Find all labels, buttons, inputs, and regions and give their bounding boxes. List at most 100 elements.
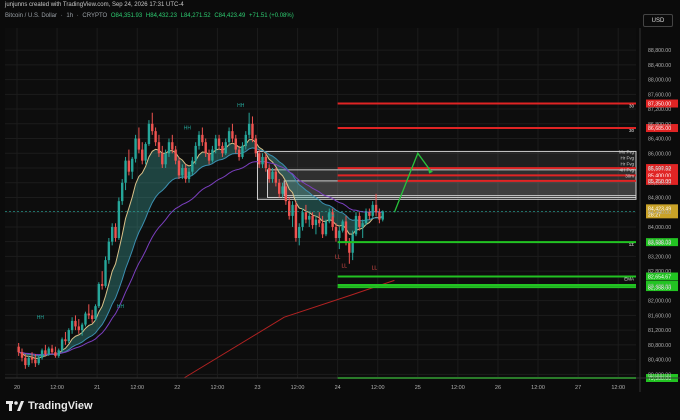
candle-body[interactable] bbox=[324, 221, 328, 235]
candle-body[interactable] bbox=[100, 284, 104, 286]
candle-body[interactable] bbox=[187, 171, 191, 180]
candle-body[interactable] bbox=[124, 160, 127, 183]
candle-body[interactable] bbox=[147, 123, 151, 145]
candle-body[interactable] bbox=[37, 357, 40, 364]
candle-body[interactable] bbox=[341, 221, 344, 231]
candle-body[interactable] bbox=[157, 142, 161, 154]
candle-body[interactable] bbox=[318, 219, 321, 224]
candle-body[interactable] bbox=[291, 204, 294, 216]
candle-body[interactable] bbox=[164, 153, 167, 165]
candle-body[interactable] bbox=[354, 215, 358, 235]
candle-body[interactable] bbox=[274, 171, 278, 183]
candle-body[interactable] bbox=[27, 357, 30, 366]
candle-body[interactable] bbox=[107, 241, 111, 261]
candle-body[interactable] bbox=[94, 306, 97, 320]
candle-body[interactable] bbox=[77, 326, 80, 331]
candle-body[interactable] bbox=[237, 149, 241, 157]
candle-body[interactable] bbox=[221, 145, 224, 154]
candle-body[interactable] bbox=[60, 339, 64, 351]
candle-body[interactable] bbox=[70, 320, 74, 331]
candle-body[interactable] bbox=[288, 201, 291, 216]
candle-body[interactable] bbox=[127, 160, 131, 172]
candle-body[interactable] bbox=[184, 168, 187, 180]
candle-body[interactable] bbox=[261, 156, 264, 165]
candle-body[interactable] bbox=[277, 182, 281, 194]
candle-body[interactable] bbox=[334, 226, 338, 238]
candle-body[interactable] bbox=[301, 212, 304, 227]
candle-body[interactable] bbox=[374, 204, 378, 213]
candle-body[interactable] bbox=[121, 182, 124, 202]
candle-body[interactable] bbox=[231, 131, 234, 139]
candle-body[interactable] bbox=[284, 186, 288, 202]
candle-body[interactable] bbox=[174, 149, 177, 161]
candle-body[interactable] bbox=[47, 348, 50, 355]
candle-body[interactable] bbox=[50, 348, 54, 353]
candle-body[interactable] bbox=[211, 149, 214, 161]
candle-body[interactable] bbox=[80, 324, 84, 331]
candle-body[interactable] bbox=[67, 330, 70, 342]
candle-body[interactable] bbox=[227, 131, 231, 143]
candle-body[interactable] bbox=[30, 357, 34, 360]
candle-body[interactable] bbox=[368, 212, 371, 216]
candle-body[interactable] bbox=[381, 211, 384, 220]
candle-body[interactable] bbox=[224, 142, 227, 154]
candle-body[interactable] bbox=[217, 138, 221, 146]
candle-body[interactable] bbox=[251, 123, 254, 139]
candle-body[interactable] bbox=[294, 204, 298, 238]
candle-body[interactable] bbox=[214, 138, 217, 150]
candle-body[interactable] bbox=[191, 160, 194, 172]
candle-body[interactable] bbox=[338, 230, 341, 238]
candle-body[interactable] bbox=[144, 144, 147, 161]
candle-body[interactable] bbox=[271, 171, 274, 180]
candle-body[interactable] bbox=[114, 226, 117, 238]
tradingview-logo[interactable]: TradingView bbox=[6, 400, 93, 412]
candle-body[interactable] bbox=[137, 138, 141, 150]
candle-body[interactable] bbox=[378, 212, 381, 220]
candle-body[interactable] bbox=[161, 153, 164, 165]
candle-body[interactable] bbox=[84, 313, 87, 325]
candle-body[interactable] bbox=[257, 153, 261, 165]
candle-body[interactable] bbox=[20, 352, 24, 358]
candle-body[interactable] bbox=[34, 359, 37, 364]
candle-body[interactable] bbox=[308, 215, 311, 220]
candle-body[interactable] bbox=[314, 219, 318, 226]
candle-body[interactable] bbox=[64, 339, 67, 342]
candle-body[interactable] bbox=[181, 168, 184, 176]
candle-body[interactable] bbox=[281, 186, 284, 194]
candle-body[interactable] bbox=[254, 138, 258, 154]
candle-body[interactable] bbox=[90, 315, 94, 320]
candle-body[interactable] bbox=[207, 153, 211, 161]
candle-body[interactable] bbox=[197, 134, 201, 146]
candle-body[interactable] bbox=[364, 212, 368, 224]
candle-body[interactable] bbox=[17, 346, 20, 353]
candle-body[interactable] bbox=[57, 350, 60, 356]
candle-body[interactable] bbox=[171, 142, 174, 150]
candle-body[interactable] bbox=[141, 149, 144, 161]
candle-body[interactable] bbox=[247, 123, 251, 135]
candle-body[interactable] bbox=[104, 260, 107, 286]
price-chart[interactable]: HHHHHHHHHHLLLL LL87,350.003086,685.003085… bbox=[0, 0, 680, 392]
candle-body[interactable] bbox=[151, 123, 154, 132]
candle-body[interactable] bbox=[264, 156, 268, 168]
candle-body[interactable] bbox=[348, 241, 351, 253]
candle-body[interactable] bbox=[311, 215, 314, 226]
candle-body[interactable] bbox=[97, 284, 101, 307]
candle-body[interactable] bbox=[194, 145, 197, 161]
candle-body[interactable] bbox=[167, 142, 171, 154]
candle-body[interactable] bbox=[74, 320, 77, 327]
candle-body[interactable] bbox=[358, 215, 361, 227]
candle-body[interactable] bbox=[344, 221, 348, 242]
candle-body[interactable] bbox=[204, 142, 207, 154]
candle-body[interactable] bbox=[201, 134, 204, 143]
candle-body[interactable] bbox=[24, 357, 27, 366]
candle-body[interactable] bbox=[234, 138, 237, 150]
candle-body[interactable] bbox=[131, 158, 134, 172]
candle-body[interactable] bbox=[110, 226, 114, 242]
fvg-zone[interactable] bbox=[283, 180, 637, 197]
candle-body[interactable] bbox=[134, 138, 137, 159]
candle-body[interactable] bbox=[304, 212, 308, 220]
candle-body[interactable] bbox=[241, 145, 244, 157]
candle-body[interactable] bbox=[40, 350, 44, 358]
candle-body[interactable] bbox=[321, 223, 324, 235]
candle-body[interactable] bbox=[351, 234, 354, 253]
